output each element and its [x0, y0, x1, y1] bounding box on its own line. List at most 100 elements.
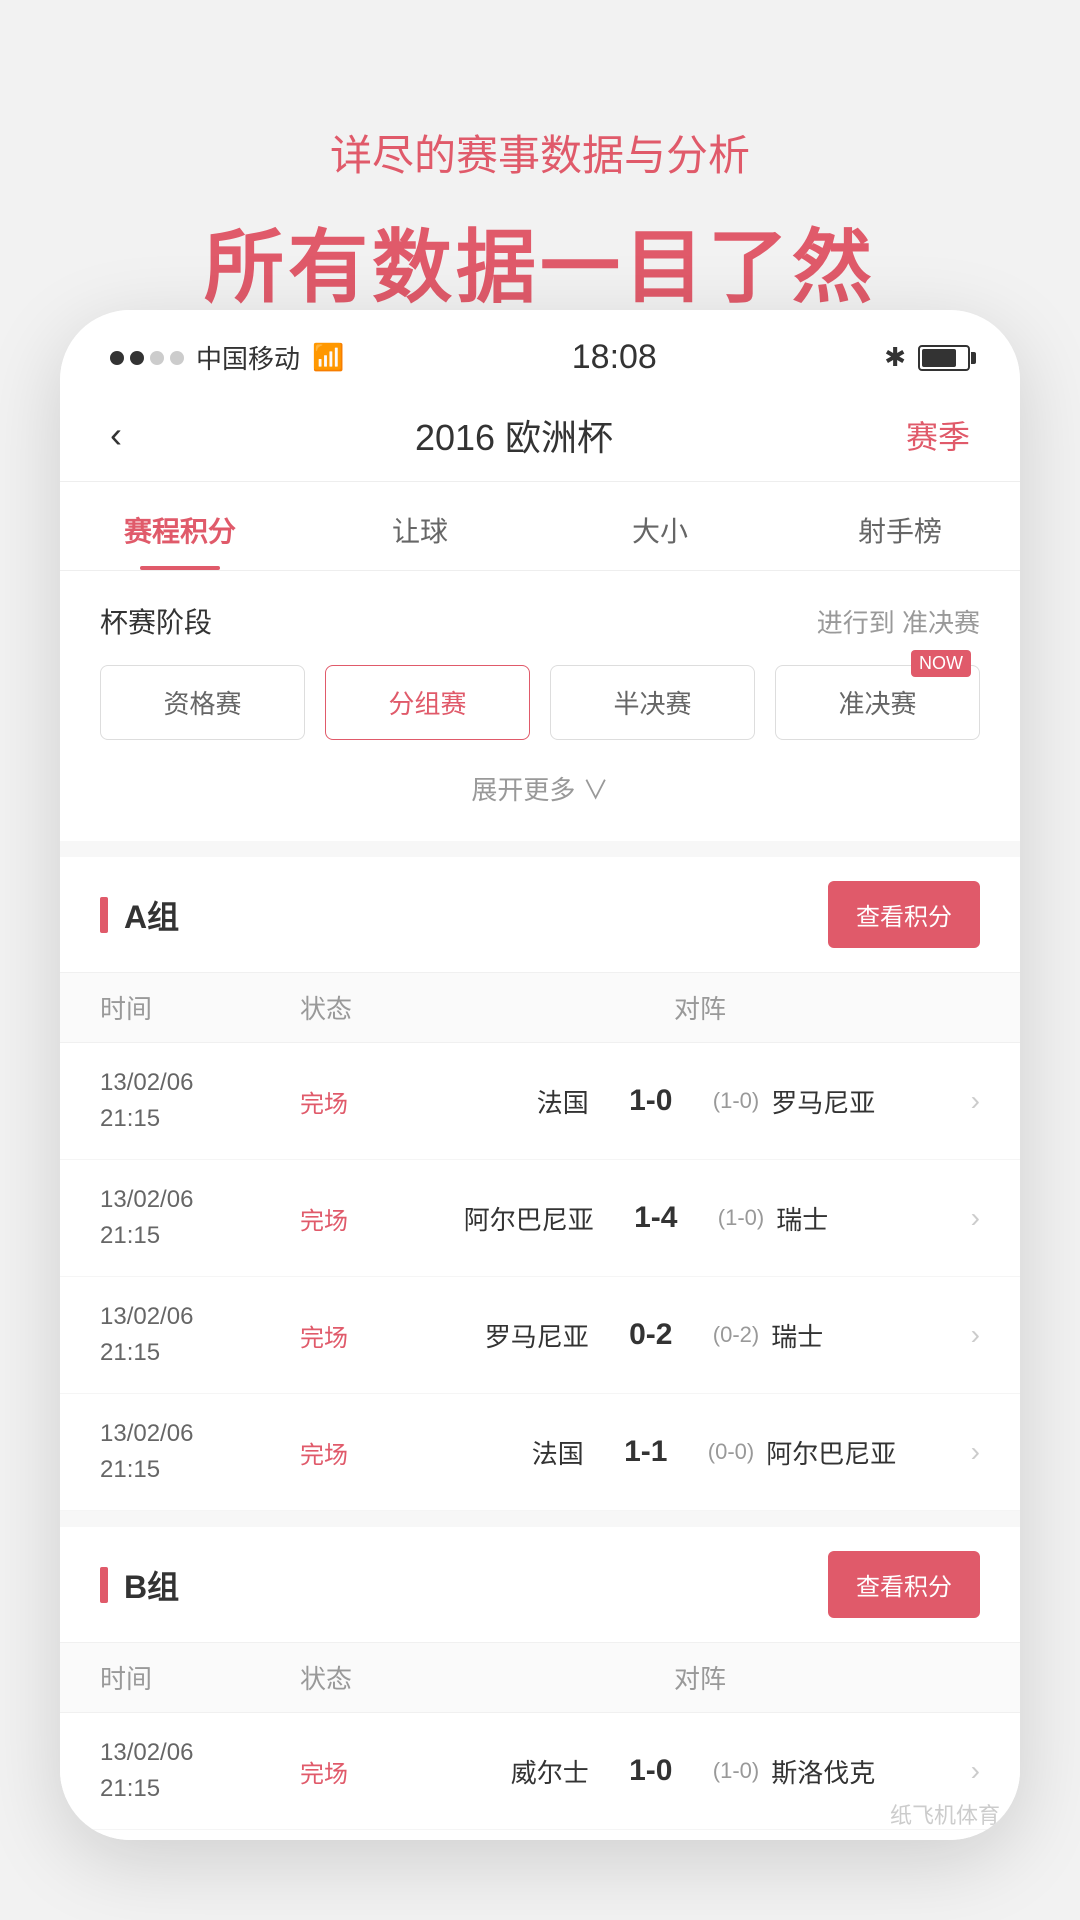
table-row[interactable]: 13/02/0621:15 完场 英格兰 1-4 (1-0) 俄罗斯 › [60, 1830, 1020, 1840]
home-team: 法国 [464, 1434, 584, 1471]
stage-header: 杯赛阶段 进行到 准决赛 [100, 601, 980, 641]
match-time: 13/02/0621:15 [100, 1299, 300, 1371]
group-b-header: B组 查看积分 [60, 1527, 1020, 1642]
match-content: 阿尔巴尼亚 1-4 (1-0) 瑞士 [420, 1200, 940, 1237]
match-time: 13/02/0621:15 [100, 1182, 300, 1254]
match-score: 1-1 [596, 1435, 696, 1469]
battery-fill [922, 349, 956, 367]
chevron-right-icon: › [940, 1436, 980, 1468]
home-team: 法国 [469, 1083, 589, 1120]
battery-icon [918, 345, 970, 371]
stage-section: 杯赛阶段 进行到 准决赛 资格赛 分组赛 半决赛 NOW 准决赛 展开更多 ∨ [60, 571, 1020, 841]
nav-bar: ‹ 2016 欧洲杯 赛季 [60, 389, 1020, 482]
match-content: 法国 1-0 (1-0) 罗马尼亚 [420, 1083, 940, 1120]
group-a-header: A组 查看积分 [60, 857, 1020, 972]
subtitle-text: 详尽的赛事数据与分析 [330, 122, 750, 183]
stage-btn-quarterfinal[interactable]: NOW 准决赛 [775, 665, 980, 740]
match-score: 1-4 [606, 1201, 706, 1235]
status-bar: 中国移动 📶 18:08 ✱ [60, 310, 1020, 389]
match-time: 13/02/0621:15 [100, 1735, 300, 1807]
season-button[interactable]: 赛季 [906, 412, 970, 458]
stage-btn-semifinal[interactable]: 半决赛 [550, 665, 755, 740]
col-status-label-b: 状态 [300, 1659, 420, 1696]
group-b-title: B组 [100, 1562, 179, 1608]
match-content: 法国 1-1 (0-0) 阿尔巴尼亚 [420, 1434, 940, 1471]
dot4 [170, 351, 184, 365]
chevron-right-icon: › [940, 1319, 980, 1351]
tab-schedule[interactable]: 赛程积分 [60, 482, 300, 570]
table-row[interactable]: 13/02/0621:15 完场 法国 1-1 (0-0) 阿尔巴尼亚 › [60, 1394, 1020, 1511]
now-badge: NOW [911, 650, 971, 677]
nav-title: 2016 欧洲杯 [415, 409, 613, 461]
col-status-label: 状态 [300, 989, 420, 1026]
phone-mockup: 中国移动 📶 18:08 ✱ ‹ 2016 欧洲杯 赛季 赛程积分 让球 大小 … [60, 310, 1020, 1840]
stage-buttons: 资格赛 分组赛 半决赛 NOW 准决赛 [100, 665, 980, 740]
col-time-label: 时间 [100, 989, 300, 1026]
group-b-table-header: 时间 状态 对阵 [60, 1642, 1020, 1713]
match-content: 罗马尼亚 0-2 (0-2) 瑞士 [420, 1317, 940, 1354]
group-b-bar [100, 1567, 108, 1603]
watermark: 纸飞机体育 [890, 1798, 1000, 1830]
bluetooth-icon: ✱ [884, 342, 906, 373]
status-time: 18:08 [572, 338, 657, 377]
group-a-scores-button[interactable]: 查看积分 [828, 881, 980, 948]
stage-progress: 进行到 准决赛 [817, 603, 980, 640]
home-team: 阿尔巴尼亚 [464, 1200, 594, 1237]
match-content: 威尔士 1-0 (1-0) 斯洛伐克 [420, 1753, 940, 1790]
group-a-title: A组 [100, 892, 179, 938]
match-score-detail: (1-0) [713, 1758, 759, 1784]
group-b-scores-button[interactable]: 查看积分 [828, 1551, 980, 1618]
away-team: 瑞士 [771, 1317, 891, 1354]
col-time-label-b: 时间 [100, 1659, 300, 1696]
chevron-right-icon: › [940, 1202, 980, 1234]
dot2 [130, 351, 144, 365]
match-status: 完场 [300, 1435, 420, 1470]
signal-dots [110, 351, 184, 365]
status-right: ✱ [884, 342, 970, 373]
group-a-bar [100, 897, 108, 933]
carrier-name: 中国移动 [196, 339, 300, 376]
dot3 [150, 351, 164, 365]
table-row[interactable]: 13/02/0621:15 完场 威尔士 1-0 (1-0) 斯洛伐克 › [60, 1713, 1020, 1830]
match-status: 完场 [300, 1201, 420, 1236]
col-match-label: 对阵 [420, 989, 980, 1026]
tab-scorers[interactable]: 射手榜 [780, 482, 1020, 570]
group-a-table-header: 时间 状态 对阵 [60, 972, 1020, 1043]
match-score: 1-0 [601, 1754, 701, 1788]
match-score-detail: (0-0) [708, 1439, 754, 1465]
wifi-icon: 📶 [312, 342, 344, 373]
stage-btn-group[interactable]: 分组赛 [325, 665, 530, 740]
match-time: 13/02/0621:15 [100, 1065, 300, 1137]
away-team: 罗马尼亚 [771, 1083, 891, 1120]
tab-handicap[interactable]: 让球 [300, 482, 540, 570]
home-team: 威尔士 [469, 1753, 589, 1790]
away-team: 斯洛伐克 [771, 1753, 891, 1790]
back-button[interactable]: ‹ [110, 414, 122, 456]
match-score-detail: (1-0) [713, 1088, 759, 1114]
stage-btn-qualifier[interactable]: 资格赛 [100, 665, 305, 740]
table-row[interactable]: 13/02/0621:15 完场 阿尔巴尼亚 1-4 (1-0) 瑞士 › [60, 1160, 1020, 1277]
away-team: 瑞士 [776, 1200, 896, 1237]
stage-label: 杯赛阶段 [100, 601, 212, 641]
col-match-label-b: 对阵 [420, 1659, 980, 1696]
tab-size[interactable]: 大小 [540, 482, 780, 570]
match-status: 完场 [300, 1754, 420, 1789]
table-row[interactable]: 13/02/0621:15 完场 罗马尼亚 0-2 (0-2) 瑞士 › [60, 1277, 1020, 1394]
group-a-section: A组 查看积分 时间 状态 对阵 13/02/0621:15 完场 法国 1-0… [60, 857, 1020, 1511]
expand-more[interactable]: 展开更多 ∨ [100, 760, 980, 811]
chevron-right-icon: › [940, 1755, 980, 1787]
match-score-detail: (1-0) [718, 1205, 764, 1231]
match-score-detail: (0-2) [713, 1322, 759, 1348]
away-team: 阿尔巴尼亚 [766, 1434, 896, 1471]
match-status: 完场 [300, 1318, 420, 1353]
home-team: 罗马尼亚 [469, 1317, 589, 1354]
group-b-section: B组 查看积分 时间 状态 对阵 13/02/0621:15 完场 威尔士 1-… [60, 1527, 1020, 1840]
main-content: 杯赛阶段 进行到 准决赛 资格赛 分组赛 半决赛 NOW 准决赛 展开更多 ∨ [60, 571, 1020, 1840]
main-title: 所有数据一目了然 [204, 203, 876, 319]
dot1 [110, 351, 124, 365]
chevron-right-icon: › [940, 1085, 980, 1117]
table-row[interactable]: 13/02/0621:15 完场 法国 1-0 (1-0) 罗马尼亚 › [60, 1043, 1020, 1160]
match-status: 完场 [300, 1084, 420, 1119]
match-score: 1-0 [601, 1084, 701, 1118]
match-time: 13/02/0621:15 [100, 1416, 300, 1488]
